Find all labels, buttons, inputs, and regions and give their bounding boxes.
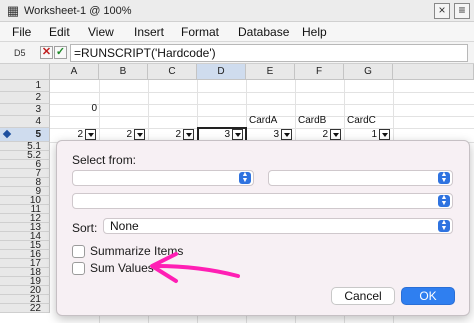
annotation-arrow-icon [150,252,240,283]
